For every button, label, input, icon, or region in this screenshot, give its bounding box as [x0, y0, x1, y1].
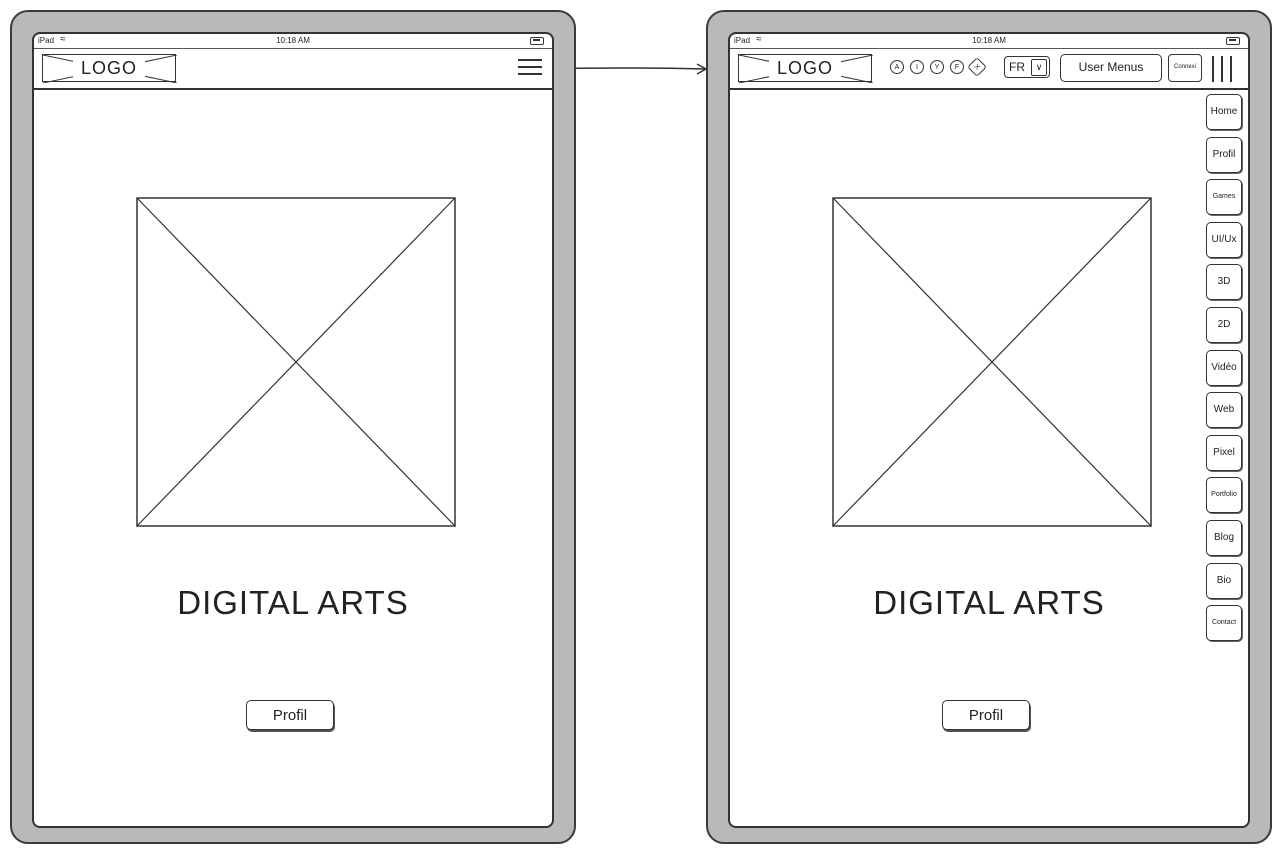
side-menu-item-video[interactable]: Vidéo — [1206, 349, 1242, 386]
tablet-screen: iPad ≈ 10:18 AM LOGO A I Y F X FR ∨ User… — [728, 32, 1250, 828]
logo[interactable]: LOGO — [42, 54, 177, 83]
social-y-icon[interactable]: Y — [930, 60, 944, 74]
status-bar: iPad ≈ 10:18 AM — [34, 34, 552, 49]
chevron-down-icon: ∨ — [1031, 59, 1047, 76]
logo[interactable]: LOGO — [738, 54, 873, 83]
hero-image-placeholder — [136, 197, 456, 527]
header-bar: LOGO — [34, 48, 552, 90]
social-a-icon[interactable]: A — [890, 60, 904, 74]
battery-icon — [530, 37, 544, 45]
side-menu-item-games[interactable]: Games — [1206, 179, 1242, 216]
hamburger-menu-icon[interactable] — [518, 56, 542, 80]
menu-open-icon[interactable] — [1210, 56, 1234, 82]
battery-icon — [1226, 37, 1240, 45]
tablet-frame-collapsed: iPad ≈ 10:18 AM LOGO DIGITAL ARTS Profil — [10, 10, 576, 844]
status-time: 10:18 AM — [972, 36, 1006, 45]
logo-label: LOGO — [72, 58, 145, 78]
social-f-icon[interactable]: F — [950, 60, 964, 74]
hero-title: DIGITAL ARTS — [873, 584, 1105, 621]
side-menu-item-2d[interactable]: 2D — [1206, 306, 1242, 343]
side-menu-item-web[interactable]: Web — [1206, 392, 1242, 429]
side-menu-item-pixel[interactable]: Pixel — [1206, 434, 1242, 471]
connexion-button[interactable]: Connexi — [1168, 54, 1202, 82]
side-menu-item-uiux[interactable]: UI/Ux — [1206, 221, 1242, 258]
header-bar: LOGO A I Y F X FR ∨ User Menus Connexi — [730, 48, 1248, 90]
logo-label: LOGO — [768, 58, 841, 78]
hero-title: DIGITAL ARTS — [177, 584, 409, 621]
side-menu-item-home[interactable]: Home — [1206, 94, 1242, 130]
social-icons: A I Y F X — [890, 57, 987, 77]
side-menu-item-3d[interactable]: 3D — [1206, 264, 1242, 301]
tablet-frame-expanded: iPad ≈ 10:18 AM LOGO A I Y F X FR ∨ User… — [706, 10, 1272, 844]
side-menu-item-blog[interactable]: Blog — [1206, 519, 1242, 556]
tablet-screen: iPad ≈ 10:18 AM LOGO DIGITAL ARTS Profil — [32, 32, 554, 828]
language-select[interactable]: FR ∨ — [1004, 56, 1050, 78]
side-menu: Home Profil Games UI/Ux 3D 2D Vidéo Web … — [1206, 94, 1242, 648]
side-menu-item-portfolio[interactable]: Portfolio — [1206, 477, 1242, 514]
social-i-icon[interactable]: I — [910, 60, 924, 74]
profil-button[interactable]: Profil — [246, 700, 334, 730]
side-menu-item-profil[interactable]: Profil — [1206, 136, 1242, 173]
social-x-icon[interactable]: X — [967, 57, 987, 77]
language-value: FR — [1009, 60, 1025, 74]
hero-image-placeholder — [832, 197, 1152, 527]
profil-button[interactable]: Profil — [942, 700, 1030, 730]
status-time: 10:18 AM — [276, 36, 310, 45]
status-bar: iPad ≈ 10:18 AM — [730, 34, 1248, 49]
user-menus-button[interactable]: User Menus — [1060, 54, 1162, 82]
